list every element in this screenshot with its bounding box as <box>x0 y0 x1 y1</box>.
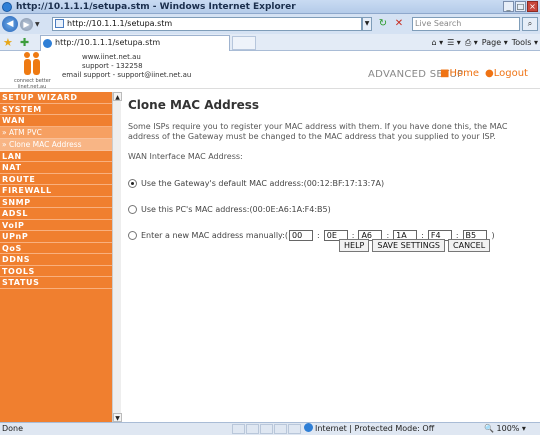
status-text: Done <box>2 424 24 433</box>
save-settings-button[interactable]: SAVE SETTINGS <box>372 239 446 252</box>
sidebar-item-adsl[interactable]: ADSL <box>0 208 112 220</box>
sidebar-item-route[interactable]: ROUTE <box>0 174 112 185</box>
sidebar-item-ddns[interactable]: DDNS <box>0 254 112 266</box>
page-description: Some ISPs require you to register your M… <box>128 122 508 141</box>
sidebar-item-nat[interactable]: NAT <box>0 162 112 174</box>
sidebar-item-status[interactable]: STATUS <box>0 277 112 289</box>
sidebar-item-setup-wizard[interactable]: SETUP WIZARD <box>0 92 112 104</box>
forward-button[interactable]: ▶ <box>20 17 33 31</box>
new-tab-button[interactable] <box>232 36 256 50</box>
search-icon[interactable]: ⌕ <box>522 17 538 31</box>
refresh-icon[interactable]: ↻ <box>376 17 390 31</box>
sidebar-item-system[interactable]: SYSTEM <box>0 104 112 115</box>
tab-title: http://10.1.1.1/setupa.stm <box>55 38 161 47</box>
scroll-down-icon[interactable]: ▼ <box>113 413 122 422</box>
option-default-mac-label: Use the Gateway's default MAC address:(0… <box>141 178 385 188</box>
contact-info: www.iinet.net.au support - 132258 email … <box>62 53 191 80</box>
search-input[interactable]: Live Search <box>412 17 520 31</box>
radio-pc-mac[interactable] <box>128 204 137 214</box>
ie-logo-icon <box>2 1 12 12</box>
maximize-button[interactable]: □ <box>515 1 526 12</box>
zoom-control[interactable]: 🔍 100% ▾ <box>484 423 526 435</box>
page-title: Clone MAC Address <box>128 98 260 112</box>
sidebar-item-qos[interactable]: QoS <box>0 243 112 254</box>
option-manual-mac-label: Enter a new MAC address manually:( <box>141 230 289 240</box>
search-placeholder: Live Search <box>415 19 462 28</box>
home-link[interactable]: ■Home <box>440 68 479 79</box>
print-icon[interactable]: ⎙ ▾ <box>465 36 478 49</box>
page-viewport: connect better iinet.net.au www.iinet.ne… <box>0 51 540 422</box>
option-default-mac[interactable]: Use the Gateway's default MAC address:(0… <box>128 177 533 189</box>
security-zone-label: Internet | Protected Mode: Off <box>315 424 435 433</box>
stop-icon[interactable]: ✕ <box>392 17 406 31</box>
mac-section-label: WAN Interface MAC Address: <box>128 152 243 161</box>
page-icon <box>55 19 64 28</box>
command-bar: ⌂ ▾ ☰ ▾ ⎙ ▾ Page ▾ Tools ▾ <box>431 36 538 49</box>
sidebar-nav: SETUP WIZARD SYSTEM WAN » ATM PVC » Clon… <box>0 92 112 422</box>
radio-manual-mac[interactable] <box>128 230 137 240</box>
main-content: Clone MAC Address Some ISPs require you … <box>128 98 533 255</box>
sidebar-subitem-atm-pvc[interactable]: » ATM PVC <box>0 126 112 139</box>
minimize-button[interactable]: _ <box>503 1 514 12</box>
globe-icon <box>304 423 313 432</box>
tab-page-icon <box>43 39 52 48</box>
option-pc-mac[interactable]: Use this PC's MAC address:(00:0E:A6:1A:F… <box>128 203 533 215</box>
address-input[interactable]: http://10.1.1.1/setupa.stm <box>52 17 362 31</box>
address-toolbar: ◀ ▶ ▼ http://10.1.1.1/setupa.stm ▼ ↻ ✕ L… <box>0 14 540 34</box>
zoom-level: 100% <box>496 424 520 433</box>
option-manual-mac-end: ) <box>491 230 495 240</box>
window-title: http://10.1.1.1/setupa.stm - Windows Int… <box>16 1 296 12</box>
sidebar-item-snmp[interactable]: SNMP <box>0 197 112 208</box>
window-titlebar: http://10.1.1.1/setupa.stm - Windows Int… <box>0 0 540 14</box>
sidebar-item-upnp[interactable]: UPnP <box>0 231 112 243</box>
add-favorite-icon[interactable]: ✚ <box>20 36 29 49</box>
help-button[interactable]: HELP <box>339 239 370 252</box>
history-dropdown-icon[interactable]: ▼ <box>35 21 40 28</box>
home-icon[interactable]: ⌂ ▾ <box>431 36 443 49</box>
action-buttons: HELP SAVE SETTINGS CANCEL <box>339 239 491 252</box>
sidebar-item-firewall[interactable]: FIREWALL <box>0 185 112 197</box>
sidebar-item-wan[interactable]: WAN <box>0 115 112 127</box>
browser-tab[interactable]: http://10.1.1.1/setupa.stm <box>40 35 230 51</box>
status-bar: Done Internet | Protected Mode: Off 🔍 10… <box>0 422 540 435</box>
radio-default-mac[interactable] <box>128 178 137 188</box>
contact-line-web: www.iinet.net.au <box>82 53 141 61</box>
address-url: http://10.1.1.1/setupa.stm <box>67 19 173 28</box>
back-button[interactable]: ◀ <box>2 16 18 32</box>
sidebar-item-lan[interactable]: LAN <box>0 151 112 162</box>
sidebar-scrollbar[interactable]: ▲ ▼ <box>112 92 122 422</box>
window-controls: _ □ × <box>503 1 538 12</box>
contact-line-email: email support - support@iinet.net.au <box>62 71 192 79</box>
iinet-logo: connect better iinet.net.au <box>14 52 51 90</box>
sidebar-subitem-clone-mac[interactable]: » Clone MAC Address <box>0 138 112 151</box>
contact-line-phone: support - 132258 <box>82 62 143 70</box>
security-zone[interactable]: Internet | Protected Mode: Off <box>304 423 434 435</box>
sidebar-item-voip[interactable]: VoIP <box>0 220 112 231</box>
cancel-button[interactable]: CANCEL <box>448 239 491 252</box>
address-dropdown-icon[interactable]: ▼ <box>362 17 372 31</box>
tab-bar: ★ ✚ http://10.1.1.1/setupa.stm ⌂ ▾ ☰ ▾ ⎙… <box>0 34 540 51</box>
feeds-icon[interactable]: ☰ ▾ <box>447 36 461 49</box>
logout-link[interactable]: ●Logout <box>485 68 528 79</box>
scroll-up-icon[interactable]: ▲ <box>113 92 122 101</box>
sidebar-item-tools[interactable]: TOOLS <box>0 266 112 277</box>
option-pc-mac-label: Use this PC's MAC address:(00:0E:A6:1A:F… <box>141 204 331 214</box>
router-header: connect better iinet.net.au www.iinet.ne… <box>0 51 540 90</box>
favorites-star-icon[interactable]: ★ <box>3 36 13 49</box>
page-menu[interactable]: Page ▾ <box>482 36 508 49</box>
mac-octet-1[interactable]: 00 <box>289 229 314 241</box>
close-button[interactable]: × <box>527 1 538 12</box>
tools-menu[interactable]: Tools ▾ <box>512 36 538 49</box>
